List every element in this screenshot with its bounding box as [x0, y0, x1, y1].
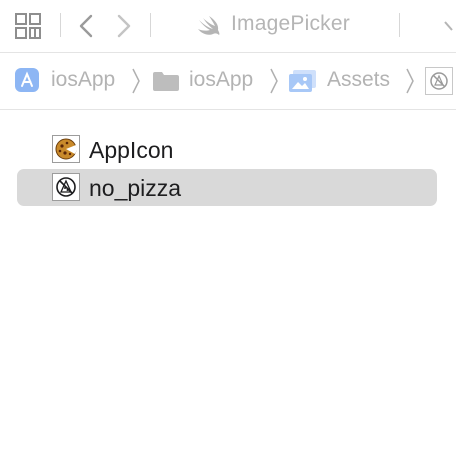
breadcrumb: iosApp iosApp Assets	[0, 53, 456, 110]
chevron-down-icon[interactable]	[444, 18, 456, 34]
pizza-thumb-icon	[52, 135, 80, 163]
no-pizza-thumb-icon[interactable]	[425, 67, 453, 95]
chevron-right-icon[interactable]	[110, 12, 138, 40]
toolbar-divider	[150, 13, 151, 37]
breadcrumb-separator-icon	[269, 67, 279, 100]
toolbar-divider	[399, 13, 400, 37]
grid-icon[interactable]	[12, 10, 44, 42]
swift-icon	[196, 14, 222, 38]
list-item-no-pizza[interactable]: no_pizza	[17, 169, 437, 206]
breadcrumb-item-group[interactable]: iosApp	[189, 68, 253, 92]
no-pizza-thumb-icon	[52, 173, 80, 201]
folder-icon[interactable]	[152, 69, 180, 93]
list-item-appicon[interactable]: AppIcon	[17, 131, 437, 168]
asset-catalog-icon[interactable]	[288, 68, 318, 94]
window-title: ImagePicker	[231, 12, 350, 35]
chevron-left-icon[interactable]	[72, 12, 100, 40]
app-project-icon[interactable]	[14, 67, 40, 93]
breadcrumb-item-assets[interactable]: Assets	[327, 68, 390, 92]
list-item-label: no_pizza	[89, 175, 182, 201]
toolbar-divider	[60, 13, 61, 37]
breadcrumb-separator-icon	[131, 67, 141, 100]
toolbar: ImagePicker	[0, 0, 456, 53]
list-item-label: AppIcon	[89, 137, 174, 163]
breadcrumb-item-project[interactable]: iosApp	[51, 68, 115, 92]
breadcrumb-separator-icon	[405, 67, 415, 100]
